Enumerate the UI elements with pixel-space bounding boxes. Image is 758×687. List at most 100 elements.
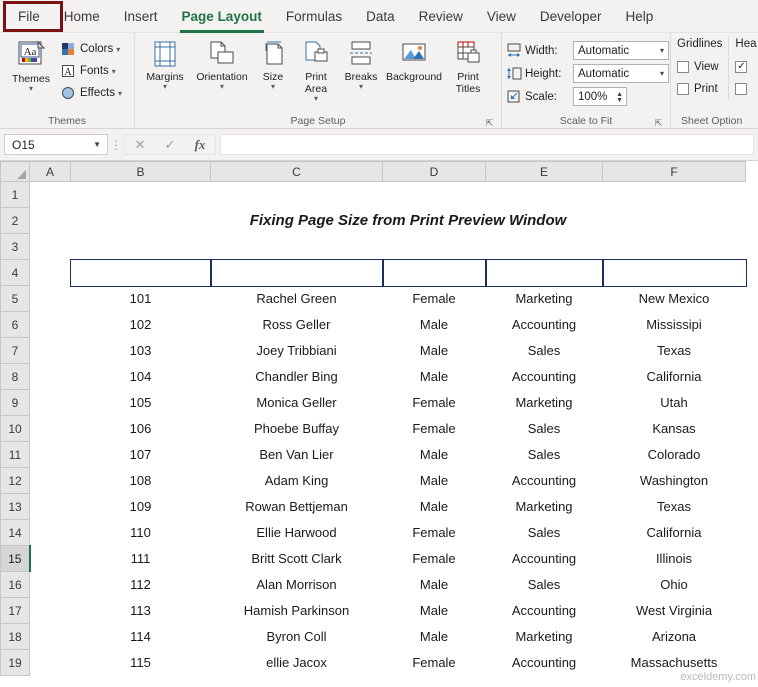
cell-a13[interactable] — [30, 494, 71, 520]
scale-spinner-arrows-icon[interactable]: ▲▼ — [616, 88, 623, 107]
breaks-button[interactable]: Breaks ▾ — [339, 36, 383, 90]
gridlines-print-checkbox[interactable] — [677, 83, 689, 95]
row-header-3[interactable]: 3 — [1, 234, 30, 260]
cell-state[interactable]: Texas — [603, 338, 746, 364]
cell-state[interactable]: Utah — [603, 390, 746, 416]
table-header-department[interactable]: Department — [486, 260, 603, 286]
cell-state[interactable]: Massachusetts — [603, 650, 746, 676]
row-header-18[interactable]: 18 — [1, 624, 30, 650]
row-3-blank[interactable] — [30, 234, 746, 260]
row-header-8[interactable]: 8 — [1, 364, 30, 390]
cell-department[interactable]: Accounting — [486, 468, 603, 494]
cell-department[interactable]: Accounting — [486, 312, 603, 338]
cell-name[interactable]: Hamish Parkinson — [211, 598, 383, 624]
gridlines-view-checkbox[interactable] — [677, 61, 689, 73]
cell-a14[interactable] — [30, 520, 71, 546]
table-header-employee-id[interactable]: Employee ID — [71, 260, 211, 286]
cell-gender[interactable]: Male — [383, 312, 486, 338]
insert-function-icon[interactable]: fx — [185, 137, 215, 153]
cell-employee-id[interactable]: 105 — [71, 390, 211, 416]
column-header-f[interactable]: F — [603, 162, 746, 182]
cell-state[interactable]: Mississipi — [603, 312, 746, 338]
tab-insert[interactable]: Insert — [112, 3, 170, 30]
cell-name[interactable]: Phoebe Buffay — [211, 416, 383, 442]
cell-gender[interactable]: Female — [383, 416, 486, 442]
table-header-state[interactable]: State — [603, 260, 746, 286]
cell-gender[interactable]: Male — [383, 364, 486, 390]
row-header-15[interactable]: 15 — [1, 546, 30, 572]
cell-gender[interactable]: Male — [383, 572, 486, 598]
cell-a6[interactable] — [30, 312, 71, 338]
row-header-14[interactable]: 14 — [1, 520, 30, 546]
headings-view-row[interactable]: ✓ — [735, 56, 756, 78]
cell-state[interactable]: New Mexico — [603, 286, 746, 312]
cell-name[interactable]: Byron Coll — [211, 624, 383, 650]
effects-button[interactable]: Effects ▾ — [58, 82, 125, 104]
cell-state[interactable]: Colorado — [603, 442, 746, 468]
column-header-b[interactable]: B — [71, 162, 211, 182]
cell-employee-id[interactable]: 103 — [71, 338, 211, 364]
cell-name[interactable]: Joey Tribbiani — [211, 338, 383, 364]
cell-employee-id[interactable]: 114 — [71, 624, 211, 650]
row-header-9[interactable]: 9 — [1, 390, 30, 416]
cell-employee-id[interactable]: 101 — [71, 286, 211, 312]
column-header-d[interactable]: D — [383, 162, 486, 182]
cell-a17[interactable] — [30, 598, 71, 624]
cell-employee-id[interactable]: 104 — [71, 364, 211, 390]
cell-department[interactable]: Accounting — [486, 598, 603, 624]
row-header-16[interactable]: 16 — [1, 572, 30, 598]
table-header-gender[interactable]: Gender — [383, 260, 486, 286]
cell-a4[interactable] — [30, 260, 71, 286]
cell-state[interactable]: Illinois — [603, 546, 746, 572]
cell-state[interactable]: California — [603, 364, 746, 390]
cell-state[interactable]: Kansas — [603, 416, 746, 442]
cell-employee-id[interactable]: 112 — [71, 572, 211, 598]
orientation-chevron-down-icon[interactable]: ▾ — [220, 83, 224, 90]
cell-a2[interactable] — [30, 208, 71, 234]
cell-name[interactable]: Monica Geller — [211, 390, 383, 416]
tab-data[interactable]: Data — [354, 3, 407, 30]
cell-a18[interactable] — [30, 624, 71, 650]
colors-chevron-down-icon[interactable]: ▾ — [116, 45, 120, 54]
cell-name[interactable]: Rowan Bettjeman — [211, 494, 383, 520]
effects-chevron-down-icon[interactable]: ▾ — [118, 89, 122, 98]
row-1-blank[interactable] — [30, 182, 746, 208]
cell-department[interactable]: Sales — [486, 572, 603, 598]
headings-view-checkbox[interactable]: ✓ — [735, 61, 747, 73]
cell-state[interactable]: California — [603, 520, 746, 546]
scale-stepper[interactable]: 100% ▲▼ — [573, 87, 627, 106]
gridlines-view-row[interactable]: View — [677, 56, 722, 78]
print-area-chevron-down-icon[interactable]: ▾ — [314, 95, 318, 102]
cell-name[interactable]: Ross Geller — [211, 312, 383, 338]
themes-button[interactable]: Aa Themes ▾ — [4, 36, 58, 92]
cell-department[interactable]: Sales — [486, 442, 603, 468]
cell-a9[interactable] — [30, 390, 71, 416]
cell-employee-id[interactable]: 113 — [71, 598, 211, 624]
cell-state[interactable]: Ohio — [603, 572, 746, 598]
breaks-chevron-down-icon[interactable]: ▾ — [359, 83, 363, 90]
name-box-chevron-down-icon[interactable]: ▼ — [93, 140, 101, 149]
page-setup-dialog-launcher-icon[interactable]: ⇱ — [485, 119, 494, 128]
cell-state[interactable]: Washington — [603, 468, 746, 494]
row-header-1[interactable]: 1 — [1, 182, 30, 208]
tab-page-layout[interactable]: Page Layout — [170, 3, 274, 30]
tab-file[interactable]: File — [6, 3, 52, 30]
cell-employee-id[interactable]: 110 — [71, 520, 211, 546]
orientation-button[interactable]: Orientation ▾ — [191, 36, 253, 90]
cell-gender[interactable]: Male — [383, 598, 486, 624]
row-header-11[interactable]: 11 — [1, 442, 30, 468]
cell-department[interactable]: Marketing — [486, 390, 603, 416]
fonts-button[interactable]: A Fonts ▾ — [58, 60, 125, 82]
cell-name[interactable]: Ellie Harwood — [211, 520, 383, 546]
sheet-title-cell[interactable]: Fixing Page Size from Print Preview Wind… — [71, 208, 746, 234]
background-button[interactable]: Background — [383, 36, 445, 83]
cell-name[interactable]: Britt Scott Clark — [211, 546, 383, 572]
cell-department[interactable]: Accounting — [486, 650, 603, 676]
row-header-17[interactable]: 17 — [1, 598, 30, 624]
cell-a7[interactable] — [30, 338, 71, 364]
cell-employee-id[interactable]: 106 — [71, 416, 211, 442]
print-area-button[interactable]: Print Area ▾ — [293, 36, 339, 102]
width-select[interactable]: Automatic ▾ — [573, 41, 669, 60]
cell-a16[interactable] — [30, 572, 71, 598]
cell-a10[interactable] — [30, 416, 71, 442]
